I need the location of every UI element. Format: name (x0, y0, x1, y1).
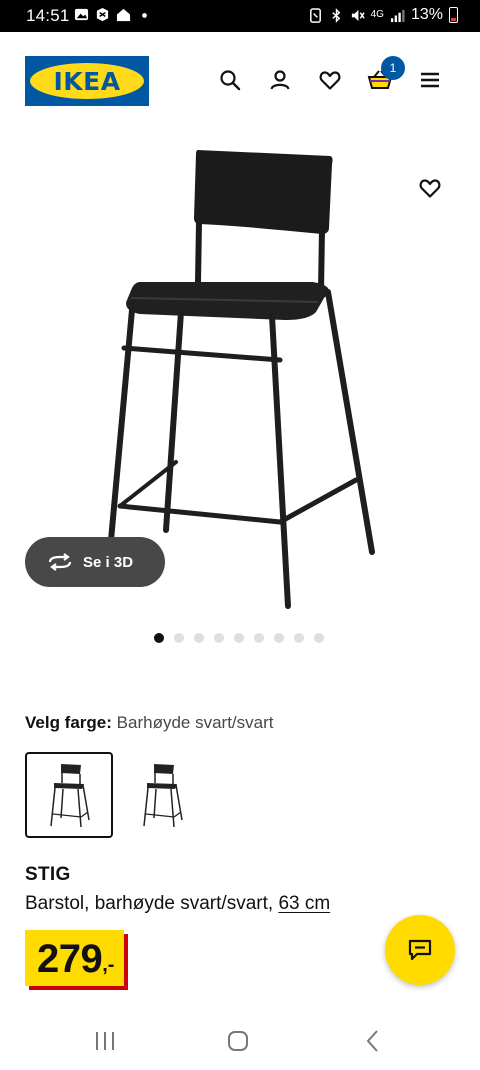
favourite-product-icon[interactable] (418, 176, 442, 200)
search-icon[interactable] (218, 68, 242, 92)
carousel-dot[interactable] (314, 633, 324, 643)
mute-icon (351, 9, 365, 21)
color-swatch[interactable] (118, 752, 206, 838)
carousel-dot[interactable] (194, 633, 204, 643)
carousel-dot[interactable] (174, 633, 184, 643)
network-type: 4G (370, 9, 384, 20)
product-name: STIG (25, 864, 71, 885)
carousel-dot[interactable] (254, 633, 264, 643)
swatch-stool-thumbnail (50, 764, 90, 828)
logo-oval: IKEA (30, 63, 144, 99)
color-swatch-selected[interactable] (25, 752, 113, 838)
bluetooth-icon (331, 7, 340, 23)
rotate-3d-icon (48, 553, 72, 571)
price-tag: 279 ,- (25, 930, 125, 986)
home-button-icon[interactable] (225, 1028, 251, 1054)
view-3d-button[interactable]: Se i 3D (25, 537, 165, 587)
more-dot-icon (142, 13, 147, 18)
system-icons: 4G 13% (308, 6, 458, 24)
color-selector-label: Velg farge: Barhøyde svart/svart (25, 713, 273, 733)
swatch-stool-thumbnail (143, 764, 183, 828)
carousel-dot[interactable] (214, 633, 224, 643)
image-carousel-dots (154, 633, 324, 643)
chat-icon (408, 939, 432, 961)
battery-percent: 13% (410, 6, 443, 23)
heart-icon[interactable] (318, 68, 342, 92)
chat-button[interactable] (385, 915, 455, 985)
color-value: Barhøyde svart/svart (116, 713, 274, 732)
product-description: Barstol, barhøyde svart/svart, 63 cm (25, 893, 330, 915)
system-navigation-bar (0, 1010, 480, 1070)
carousel-dot[interactable] (234, 633, 244, 643)
price-suffix: ,- (102, 954, 115, 976)
product-description-text: Barstol, barhøyde svart/svart, (25, 893, 274, 914)
profile-icon[interactable] (268, 68, 292, 92)
carousel-dot[interactable] (294, 633, 304, 643)
ikea-logo[interactable]: IKEA (25, 56, 149, 106)
menu-icon[interactable] (418, 68, 442, 92)
battery-icon (449, 7, 458, 23)
gallery-notification-icon (74, 8, 89, 21)
logo-text: IKEA (53, 66, 121, 96)
status-time: 14:51 (26, 6, 70, 25)
carousel-dot[interactable] (274, 633, 284, 643)
view-3d-label: Se i 3D (83, 553, 134, 571)
site-header: IKEA 1 (0, 32, 480, 132)
cart-count-badge: 1 (381, 56, 405, 80)
nfc-icon (309, 7, 321, 23)
app-notification-icon (96, 7, 109, 22)
recent-apps-icon[interactable] (92, 1028, 118, 1054)
carousel-dot[interactable] (154, 633, 164, 643)
status-bar: 14:51 4G 13% (0, 0, 480, 32)
price-integer: 279 (37, 937, 103, 981)
notification-icons (74, 7, 152, 22)
signal-icon (390, 9, 405, 22)
product-size-link[interactable]: 63 cm (278, 893, 330, 914)
home-notification-icon (116, 8, 131, 22)
back-button-icon[interactable] (360, 1028, 386, 1054)
color-prefix: Velg farge: (25, 713, 112, 732)
